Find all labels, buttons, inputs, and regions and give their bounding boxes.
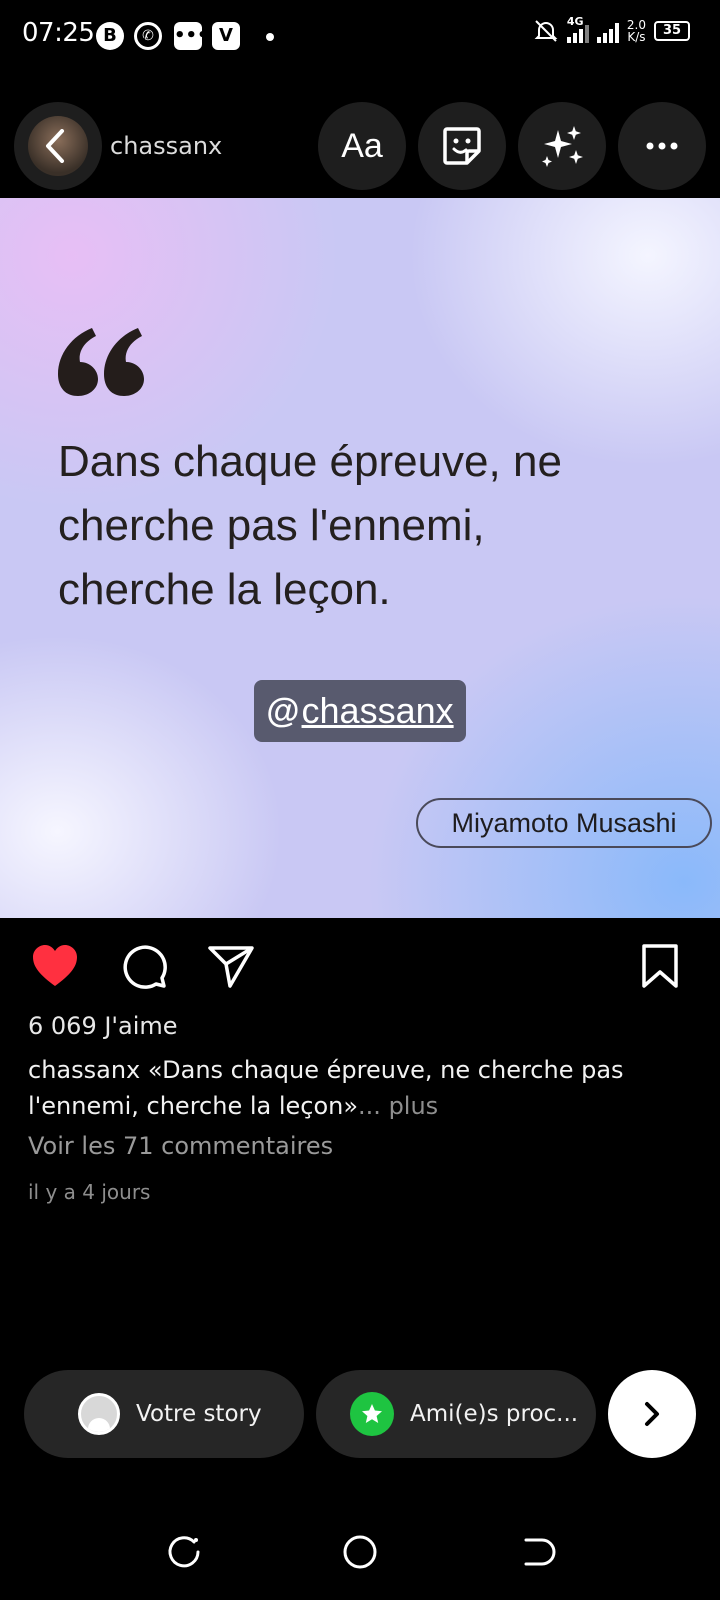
your-story-button[interactable]: Votre story: [24, 1370, 304, 1458]
caption-more-link[interactable]: ... plus: [358, 1092, 438, 1120]
story-header: chassanx Aa: [0, 100, 720, 196]
back-button[interactable]: [14, 102, 102, 190]
status-bar: 07:25 B ✆ ••• V 4G 2.0 K/s 35: [0, 0, 720, 72]
quote-line: cherche pas l'ennemi,: [58, 501, 485, 550]
user-avatar-icon: [78, 1393, 120, 1435]
chat-bubble-icon: •••: [174, 22, 209, 50]
chevron-right-icon: [645, 1402, 659, 1426]
network-speed: 2.0 K/s: [626, 18, 646, 44]
status-time: 07:25: [22, 18, 95, 48]
effects-button[interactable]: [518, 102, 606, 190]
sticker-icon: [443, 127, 481, 165]
comment-icon[interactable]: [118, 942, 168, 990]
recent-apps-icon[interactable]: [164, 1532, 204, 1572]
mention-username: chassanx: [301, 690, 454, 731]
caption-username[interactable]: chassanx: [28, 1056, 140, 1084]
next-button[interactable]: [608, 1370, 696, 1458]
more-options-button[interactable]: [618, 102, 706, 190]
signal-icon: [596, 19, 619, 43]
sparkles-icon: [542, 126, 583, 167]
your-story-label: Votre story: [136, 1401, 262, 1427]
post-caption[interactable]: chassanx «Dans chaque épreuve, ne cherch…: [28, 1052, 668, 1124]
quote-mark-icon: [58, 328, 144, 396]
story-username[interactable]: chassanx: [110, 132, 222, 160]
home-icon[interactable]: [340, 1532, 380, 1572]
back-nav-icon[interactable]: [516, 1532, 556, 1572]
whatsapp-icon: ✆: [134, 22, 162, 50]
close-friends-star-icon: [350, 1392, 394, 1436]
sticker-button[interactable]: [418, 102, 506, 190]
bell-muted-icon: [534, 20, 558, 42]
close-friends-button[interactable]: Ami(e)s proc...: [316, 1370, 596, 1458]
quote-line: Dans chaque épreuve, ne: [58, 437, 562, 486]
v-app-icon: V: [212, 22, 240, 50]
post-image[interactable]: Dans chaque épreuve, ne cherche pas l'en…: [0, 198, 720, 918]
quote-line: cherche la leçon.: [58, 565, 391, 614]
author-label: Miyamoto Musashi: [416, 798, 712, 848]
post-actions: [0, 938, 720, 994]
quote-text: Dans chaque épreuve, ne cherche pas l'en…: [58, 430, 678, 622]
chevron-left-icon: [46, 129, 64, 163]
view-comments-link[interactable]: Voir les 71 commentaires: [28, 1132, 333, 1160]
mention-at-symbol: @: [266, 691, 300, 730]
mention-sticker[interactable]: @ chassanx: [254, 680, 466, 742]
like-count[interactable]: 6 069 J'aime: [28, 1012, 178, 1040]
heart-filled-icon[interactable]: [30, 942, 80, 990]
bookmark-icon[interactable]: [640, 942, 680, 990]
text-tool-label: Aa: [341, 126, 383, 165]
system-nav-bar: [0, 1510, 720, 1600]
battery-icon: 35: [654, 21, 690, 41]
notification-dot: [266, 33, 274, 41]
close-friends-label: Ami(e)s proc...: [410, 1401, 579, 1427]
more-dots-icon: [646, 142, 678, 150]
b-icon: B: [96, 22, 124, 50]
share-send-icon[interactable]: [206, 942, 256, 990]
text-tool-button[interactable]: Aa: [318, 102, 406, 190]
signal-4g-icon: 4G: [566, 15, 589, 43]
post-timestamp: il y a 4 jours: [28, 1180, 151, 1204]
status-right-cluster: 4G 2.0 K/s 35: [533, 15, 690, 44]
